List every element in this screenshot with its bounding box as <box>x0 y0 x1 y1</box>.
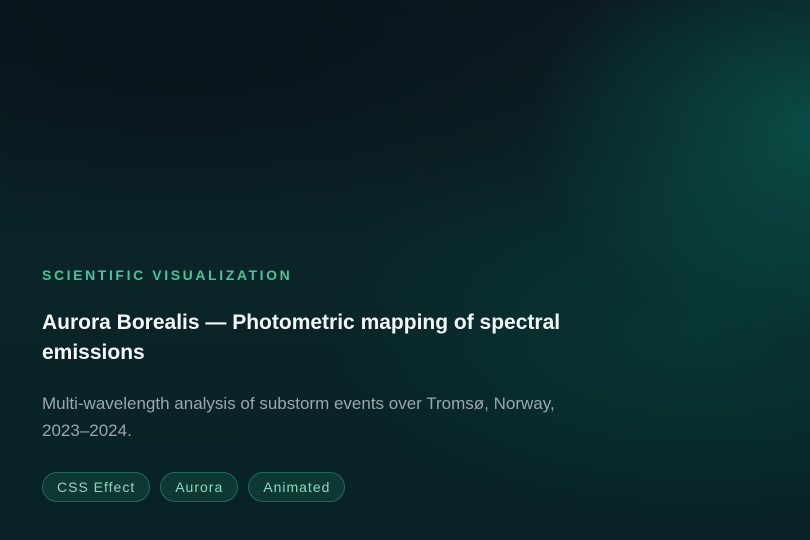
tag-aurora[interactable]: Aurora <box>160 472 239 502</box>
tag-css-effect[interactable]: CSS Effect <box>42 472 151 502</box>
hero-content: SCIENTIFIC VISUALIZATION Aurora Borealis… <box>42 266 642 502</box>
aurora-hero-card: SCIENTIFIC VISUALIZATION Aurora Borealis… <box>0 0 810 540</box>
hero-description: Multi-wavelength analysis of substorm ev… <box>42 394 555 440</box>
tag-list: CSS Effect Aurora Animated <box>42 472 642 502</box>
hero-title: Aurora Borealis — Photometric mapping of… <box>42 311 561 364</box>
category-eyebrow: SCIENTIFIC VISUALIZATION <box>42 267 293 283</box>
tag-animated[interactable]: Animated <box>248 472 346 502</box>
